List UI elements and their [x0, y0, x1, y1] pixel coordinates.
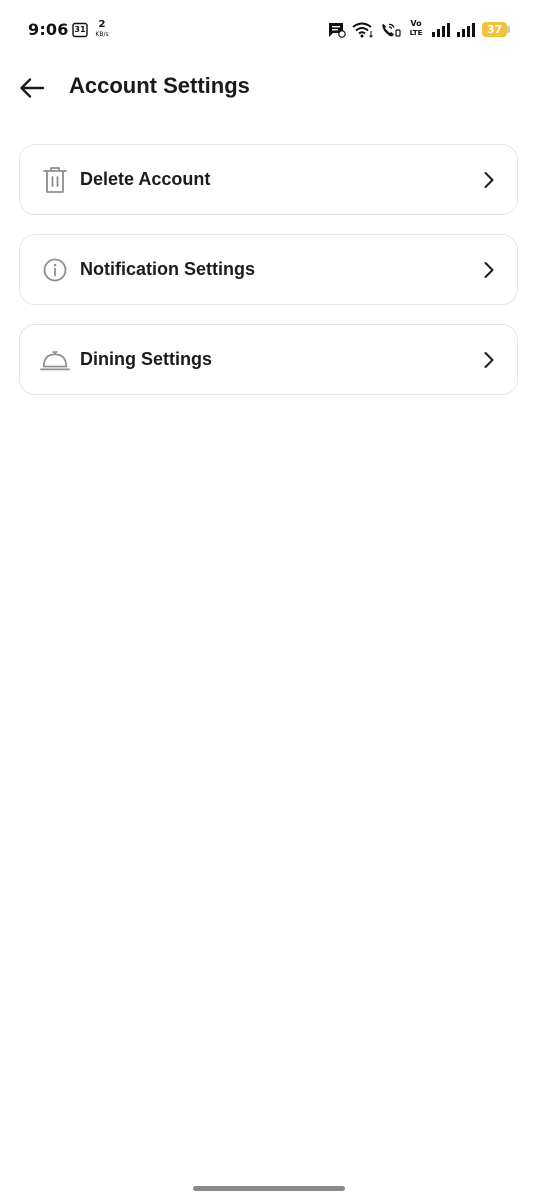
- back-button[interactable]: [14, 72, 50, 108]
- battery-tip: [507, 26, 510, 33]
- volte-indicator: Vo LTE: [405, 19, 427, 38]
- wifi-calling-icon: [380, 22, 402, 42]
- signal-sim2-icon: [456, 22, 476, 42]
- chevron-right-icon: [479, 350, 499, 370]
- volte-bottom-text: LTE: [409, 29, 423, 37]
- delete-account-label: Delete Account: [80, 169, 211, 189]
- home-indicator[interactable]: [193, 1186, 345, 1191]
- wifi-icon: [352, 22, 374, 42]
- network-speed-value: 2: [98, 19, 106, 30]
- status-time: 9:06: [28, 20, 69, 39]
- delete-account-item[interactable]: Delete Account: [19, 144, 518, 215]
- network-speed: 2 KB/s: [93, 19, 111, 39]
- dining-settings-item[interactable]: Dining Settings: [19, 324, 518, 395]
- settings-list: Delete Account Notification Settings Din…: [19, 144, 518, 414]
- message-icon: [328, 22, 346, 42]
- dining-settings-label: Dining Settings: [80, 349, 212, 369]
- volte-top-text: Vo: [410, 19, 422, 28]
- battery-icon: 37: [482, 22, 510, 37]
- arrow-left-icon: [19, 77, 45, 103]
- status-bar: 9:06 31 2 KB/s Vo LTE 37: [0, 0, 537, 60]
- notification-settings-label: Notification Settings: [80, 259, 255, 279]
- trash-icon: [40, 165, 70, 195]
- signal-sim1-icon: [431, 22, 451, 42]
- notification-settings-item[interactable]: Notification Settings: [19, 234, 518, 305]
- page-title: Account Settings: [69, 73, 250, 98]
- network-speed-unit: KB/s: [95, 31, 109, 38]
- chevron-right-icon: [479, 170, 499, 190]
- cloche-icon: [40, 345, 70, 375]
- battery-level: 37: [486, 23, 503, 36]
- calendar-icon: 31: [72, 22, 88, 38]
- info-icon: [40, 255, 70, 285]
- chevron-right-icon: [479, 260, 499, 280]
- calendar-day: 31: [74, 25, 86, 34]
